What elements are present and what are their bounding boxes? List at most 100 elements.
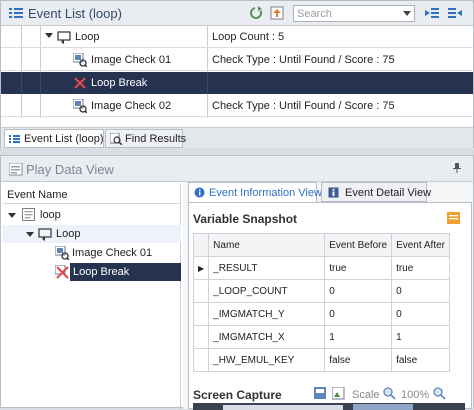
column-header-after: Event After bbox=[391, 233, 450, 257]
value-after: 1 bbox=[391, 325, 450, 349]
event-list-panel: Event List (loop) Search Loop Loop Count… bbox=[0, 0, 474, 148]
image-check-icon bbox=[72, 98, 88, 114]
value-before: 0 bbox=[324, 302, 393, 326]
event-name: Image Check 02 bbox=[91, 100, 172, 112]
expand-all-icon[interactable] bbox=[425, 6, 439, 20]
tab-event-detail-view[interactable]: Event Detail View bbox=[321, 182, 431, 202]
tab-label: Event Information View bbox=[209, 187, 322, 199]
event-list-title: Event List (loop) bbox=[28, 6, 122, 21]
event-detail: Loop Count : 5 bbox=[212, 31, 285, 43]
event-name: Loop bbox=[75, 31, 100, 43]
tree-header: Event Name bbox=[7, 189, 68, 201]
snapshot-pane: Variable Snapshot Name Event Before Even… bbox=[188, 202, 472, 410]
column-header-name: Name bbox=[208, 233, 326, 257]
value-before: true bbox=[324, 256, 393, 280]
zoom-out-icon[interactable] bbox=[433, 387, 446, 400]
loop-break-icon bbox=[73, 76, 87, 90]
tab-find-results[interactable]: Find Results bbox=[105, 129, 187, 148]
variable-name: _HW_EMUL_KEY bbox=[208, 348, 326, 372]
collapse-all-icon[interactable] bbox=[448, 6, 462, 20]
tab-label: Event Detail View bbox=[345, 187, 432, 199]
tab-label: Event List (loop) bbox=[24, 133, 104, 145]
open-image-icon[interactable] bbox=[331, 386, 345, 400]
chevron-down-icon[interactable] bbox=[403, 11, 411, 16]
event-name: Image Check 01 bbox=[91, 54, 172, 66]
tab-event-information-view[interactable]: Event Information View bbox=[188, 182, 322, 202]
play-data-view-panel: Play Data View Event Name loop Loop Imag… bbox=[0, 155, 474, 410]
save-image-icon[interactable] bbox=[314, 387, 327, 400]
event-name: Loop Break bbox=[91, 77, 148, 89]
value-after: 0 bbox=[391, 279, 450, 303]
event-tree: Event Name loop Loop Image Check 01 Loop… bbox=[3, 184, 181, 409]
tree-label-selected: Loop Break bbox=[70, 263, 181, 281]
value-after: true bbox=[391, 256, 450, 280]
collapse-arrow-icon[interactable] bbox=[8, 213, 16, 218]
event-detail: Check Type : Until Found / Score : 75 bbox=[212, 54, 395, 66]
export-excel-icon[interactable] bbox=[447, 212, 460, 224]
event-rows: Loop Loop Count : 5 Image Check 01 Check… bbox=[1, 26, 473, 118]
collapse-arrow-icon[interactable] bbox=[26, 232, 34, 237]
value-after: false bbox=[391, 348, 450, 372]
table-row[interactable]: _LOOP_COUNT 0 0 bbox=[192, 279, 450, 303]
variable-name: _LOOP_COUNT bbox=[208, 279, 326, 303]
loop-icon bbox=[57, 30, 71, 44]
find-icon bbox=[109, 132, 123, 146]
tree-item-loop-root[interactable]: loop bbox=[3, 206, 181, 224]
info-icon bbox=[194, 187, 205, 198]
tree-item-loop-break[interactable]: Loop Break bbox=[3, 263, 181, 281]
table-row[interactable]: Image Check 01 Check Type : Until Found … bbox=[1, 49, 473, 71]
refresh-icon[interactable] bbox=[249, 6, 263, 20]
table-row[interactable]: Image Check 02 Check Type : Until Found … bbox=[1, 95, 473, 117]
export-icon[interactable] bbox=[270, 6, 284, 20]
loop-break-icon bbox=[54, 264, 69, 279]
image-check-icon bbox=[54, 245, 70, 261]
play-data-title: Play Data View bbox=[26, 162, 114, 177]
value-before: 1 bbox=[324, 325, 393, 349]
table-row[interactable]: Loop Loop Count : 5 bbox=[1, 26, 473, 48]
table-header-row: Name Event Before Event After bbox=[192, 233, 450, 257]
document-icon bbox=[22, 208, 35, 221]
tree-label: loop bbox=[40, 209, 61, 221]
loop-icon bbox=[38, 227, 52, 241]
search-placeholder: Search bbox=[297, 8, 332, 20]
search-input[interactable]: Search bbox=[293, 5, 415, 22]
tree-label: Image Check 01 bbox=[72, 247, 153, 259]
screen-capture-title: Screen Capture bbox=[193, 388, 282, 402]
tree-item-loop[interactable]: Loop bbox=[3, 225, 181, 243]
value-after: 0 bbox=[391, 302, 450, 326]
variable-table: Name Event Before Event After ▶ _RESULT … bbox=[192, 233, 450, 372]
image-check-icon bbox=[72, 52, 88, 68]
scale-label: Scale bbox=[352, 389, 380, 401]
table-row-selected[interactable]: Loop Break bbox=[1, 72, 473, 94]
column-header-before: Event Before bbox=[324, 233, 393, 257]
detail-icon bbox=[328, 187, 339, 198]
tree-item-image-check[interactable]: Image Check 01 bbox=[3, 244, 181, 262]
screen-capture-thumbnail bbox=[193, 403, 465, 410]
table-row[interactable]: _IMGMATCH_Y 0 0 bbox=[192, 302, 450, 326]
value-before: false bbox=[324, 348, 393, 372]
event-info-area: Event Information View Event Detail View… bbox=[183, 182, 473, 410]
tree-label: Loop bbox=[56, 228, 81, 240]
table-row[interactable]: _HW_EMUL_KEY false false bbox=[192, 348, 450, 372]
table-row[interactable]: _IMGMATCH_X 1 1 bbox=[192, 325, 450, 349]
list-icon bbox=[9, 134, 20, 144]
list-icon bbox=[9, 7, 23, 19]
event-list-header: Event List (loop) Search bbox=[1, 1, 473, 26]
pin-icon[interactable] bbox=[453, 163, 461, 173]
collapse-arrow-icon[interactable] bbox=[45, 33, 53, 38]
current-row-marker: ▶ bbox=[192, 256, 210, 280]
value-before: 0 bbox=[324, 279, 393, 303]
variable-name: _IMGMATCH_Y bbox=[208, 302, 326, 326]
snapshot-title: Variable Snapshot bbox=[193, 212, 298, 226]
tab-label: Find Results bbox=[125, 133, 187, 145]
play-data-header: Play Data View bbox=[1, 156, 473, 182]
table-row[interactable]: ▶ _RESULT true true bbox=[192, 256, 450, 280]
variable-name: _RESULT bbox=[208, 256, 326, 280]
zoom-in-icon[interactable] bbox=[383, 387, 396, 400]
scale-value: 100% bbox=[401, 389, 430, 401]
play-data-icon bbox=[8, 162, 23, 176]
event-detail: Check Type : Until Found / Score : 75 bbox=[212, 100, 395, 112]
bottom-tab-bar: Event List (loop) Find Results bbox=[1, 127, 473, 148]
variable-name: _IMGMATCH_X bbox=[208, 325, 326, 349]
tab-event-list[interactable]: Event List (loop) bbox=[4, 129, 104, 148]
